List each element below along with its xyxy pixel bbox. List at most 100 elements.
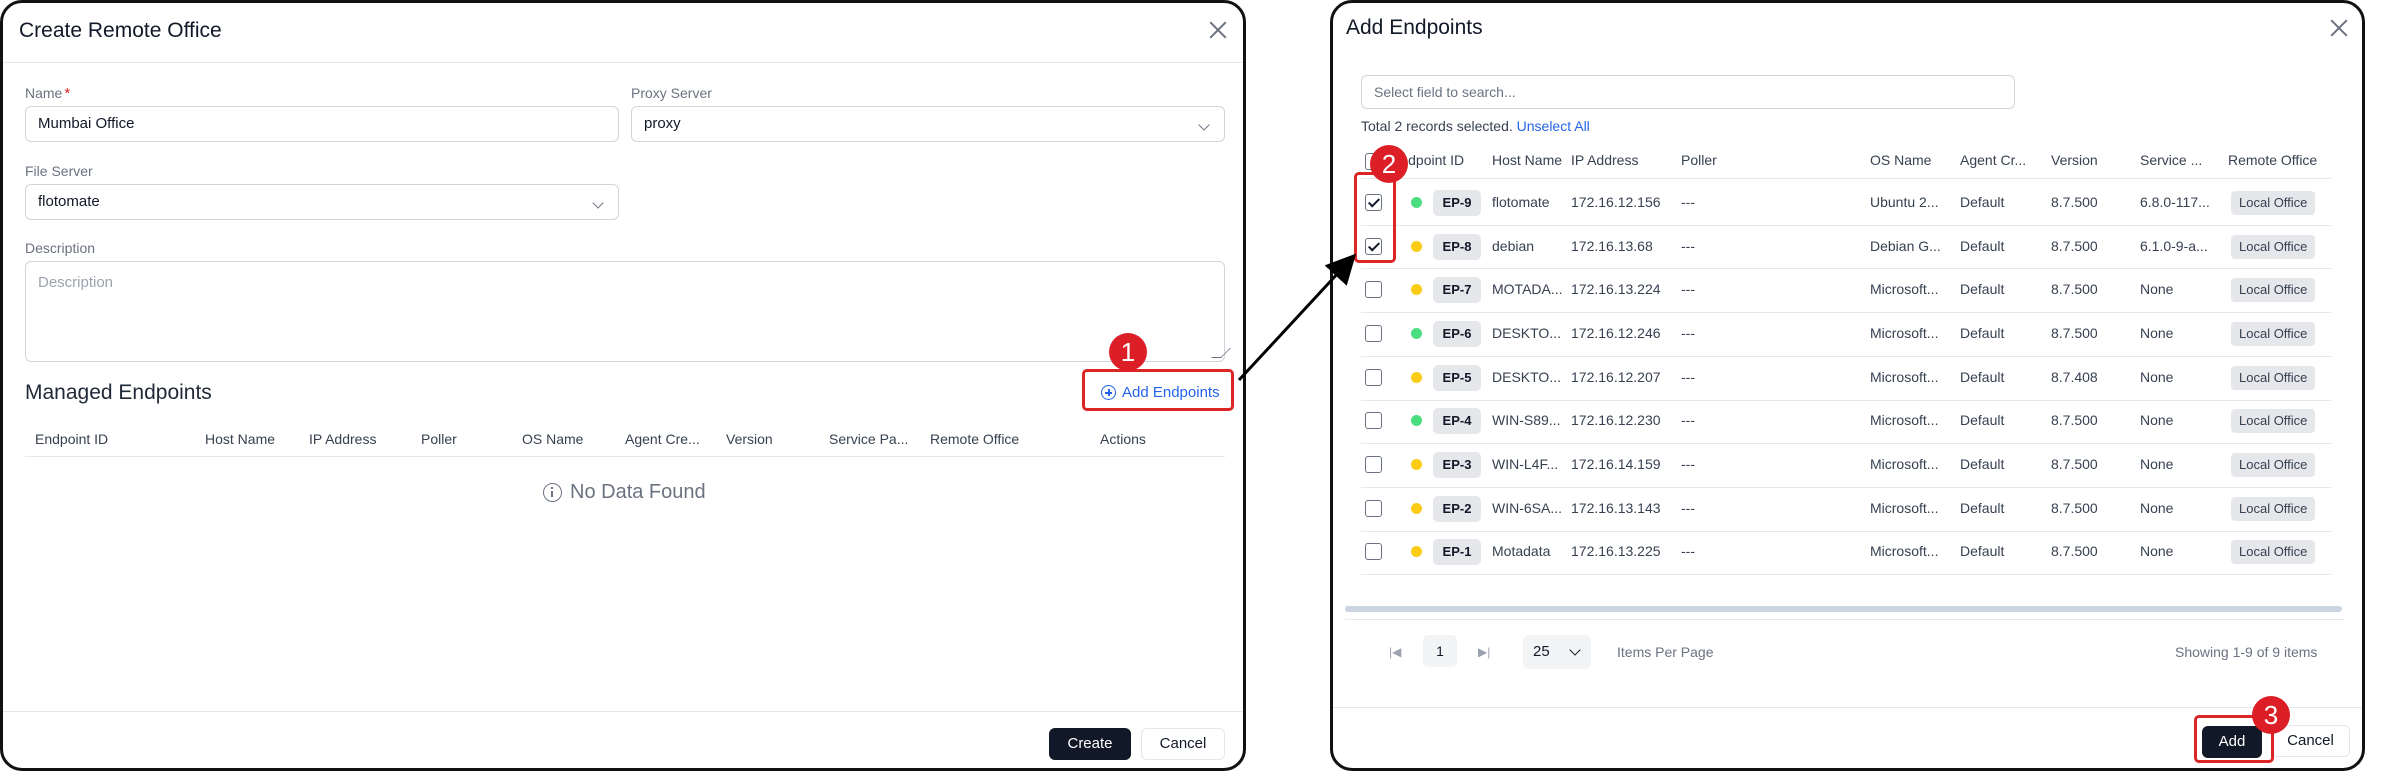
endpoint-id-tag[interactable]: EP-3 <box>1433 452 1481 479</box>
column-header[interactable]: Version <box>726 431 773 447</box>
host-name-cell: Motadata <box>1492 543 1551 560</box>
remote-office-tag: Local Office <box>2231 409 2316 434</box>
resize-handle[interactable] <box>1211 348 1231 358</box>
endpoint-id-tag[interactable]: EP-4 <box>1433 408 1481 435</box>
close-icon[interactable] <box>1205 17 1231 43</box>
row-checkbox[interactable] <box>1365 456 1382 474</box>
host-name-cell: WIN-L4F... <box>1492 456 1559 473</box>
column-header[interactable]: Endpoint ID <box>35 431 108 447</box>
column-header[interactable]: Host Name <box>205 431 275 447</box>
os-name-cell: Debian G... <box>1870 237 1941 254</box>
row-divider <box>1361 443 2331 445</box>
step-badge-1: 1 <box>1109 333 1147 371</box>
ip-address-cell: 172.16.12.230 <box>1571 412 1661 429</box>
unselect-all-link[interactable]: Unselect All <box>1517 118 1590 134</box>
version-cell: 8.7.500 <box>2051 281 2098 298</box>
row-divider <box>1361 574 2331 576</box>
agent-credential-cell: Default <box>1960 193 2005 210</box>
proxy-server-select[interactable]: proxy <box>631 106 1225 142</box>
remote-office-tag: Local Office <box>2231 190 2316 215</box>
status-dot <box>1411 327 1422 339</box>
column-header[interactable]: Host Name <box>1492 152 1562 168</box>
items-per-page-select[interactable]: 25 <box>1523 635 1591 669</box>
divider <box>1361 178 2331 179</box>
column-header[interactable]: Actions <box>1100 431 1146 447</box>
endpoint-id-tag[interactable]: EP-2 <box>1433 495 1481 522</box>
row-checkbox[interactable] <box>1365 368 1382 386</box>
os-name-cell: Microsoft... <box>1870 456 1939 473</box>
column-header[interactable]: OS Name <box>1870 152 1931 168</box>
highlight-selected-rows <box>1354 172 1396 263</box>
row-checkbox[interactable] <box>1365 324 1382 342</box>
description-textarea[interactable]: Description <box>25 261 1231 362</box>
host-name-cell: WIN-S89... <box>1492 412 1561 429</box>
row-checkbox[interactable] <box>1365 412 1382 430</box>
remote-office-tag: Local Office <box>2231 496 2316 521</box>
name-input[interactable]: Mumbai Office <box>25 106 619 142</box>
row-divider <box>1361 224 2331 226</box>
first-page-icon[interactable]: |◀ <box>1389 645 1401 659</box>
column-header[interactable]: IP Address <box>1571 152 1638 168</box>
row-checkbox[interactable] <box>1365 281 1382 299</box>
step-badge-2: 2 <box>1370 145 1408 183</box>
status-dot <box>1411 502 1422 514</box>
service-pack-cell: None <box>2140 456 2174 473</box>
endpoint-id-tag[interactable]: EP-8 <box>1433 233 1481 260</box>
endpoint-id-tag[interactable]: EP-1 <box>1433 539 1481 566</box>
footer-divider <box>3 711 1243 712</box>
endpoint-id-tag[interactable]: EP-6 <box>1433 320 1481 347</box>
dialog-header: Create Remote Office <box>3 3 1243 63</box>
column-header[interactable]: Version <box>2051 152 2098 168</box>
os-name-cell: Ubuntu 2... <box>1870 193 1939 210</box>
column-header[interactable]: Agent Cr... <box>1960 152 2026 168</box>
host-name-cell: MOTADA... <box>1492 281 1563 298</box>
horizontal-scrollbar[interactable] <box>1345 606 2342 612</box>
column-header[interactable]: Remote Office <box>2228 152 2317 168</box>
version-cell: 8.7.500 <box>2051 499 2098 516</box>
chevron-down-icon <box>1198 119 1210 131</box>
ip-address-cell: 172.16.12.156 <box>1571 193 1661 210</box>
cancel-button[interactable]: Cancel <box>1141 728 1225 760</box>
poller-cell: --- <box>1681 324 1695 341</box>
service-pack-cell: 6.1.0-9-a... <box>2140 237 2208 254</box>
column-header[interactable]: Remote Office <box>930 431 1019 447</box>
status-dot <box>1411 196 1422 208</box>
close-icon[interactable] <box>2326 15 2352 41</box>
agent-credential-cell: Default <box>1960 499 2005 516</box>
pagination-summary: Showing 1-9 of 9 items <box>2175 644 2318 660</box>
row-divider <box>1361 486 2331 488</box>
page-number[interactable]: 1 <box>1423 635 1457 667</box>
status-dot <box>1411 371 1422 383</box>
poller-cell: --- <box>1681 499 1695 516</box>
row-checkbox[interactable] <box>1365 543 1382 561</box>
column-header[interactable]: Poller <box>421 431 457 447</box>
status-dot <box>1411 240 1422 252</box>
service-pack-cell: None <box>2140 368 2174 385</box>
ip-address-cell: 172.16.13.224 <box>1571 281 1661 298</box>
column-header[interactable]: Service ... <box>2140 152 2202 168</box>
column-header[interactable]: Poller <box>1681 152 1717 168</box>
ip-address-cell: 172.16.13.225 <box>1571 543 1661 560</box>
column-header[interactable]: OS Name <box>522 431 583 447</box>
row-divider <box>1361 312 2331 314</box>
poller-cell: --- <box>1681 193 1695 210</box>
chevron-down-icon <box>592 197 604 209</box>
file-server-select[interactable]: flotomate <box>25 184 619 220</box>
last-page-icon[interactable]: ▶| <box>1478 645 1490 659</box>
remote-office-tag: Local Office <box>2231 278 2316 303</box>
endpoint-id-tag[interactable]: EP-5 <box>1433 364 1481 391</box>
endpoint-id-tag[interactable]: EP-9 <box>1433 189 1481 216</box>
column-header[interactable]: Service Pa... <box>829 431 908 447</box>
status-dot <box>1411 546 1422 558</box>
search-input[interactable]: Select field to search... <box>1361 75 2015 109</box>
endpoint-id-tag[interactable]: EP-7 <box>1433 277 1481 304</box>
file-server-label: File Server <box>25 163 93 179</box>
service-pack-cell: None <box>2140 324 2174 341</box>
host-name-cell: flotomate <box>1492 193 1550 210</box>
remote-office-tag: Local Office <box>2231 234 2316 259</box>
column-header[interactable]: Agent Cre... <box>625 431 700 447</box>
column-header[interactable]: IP Address <box>309 431 376 447</box>
row-checkbox[interactable] <box>1365 499 1382 517</box>
dialog-header: Add Endpoints <box>1333 3 2362 63</box>
create-button[interactable]: Create <box>1049 728 1131 760</box>
